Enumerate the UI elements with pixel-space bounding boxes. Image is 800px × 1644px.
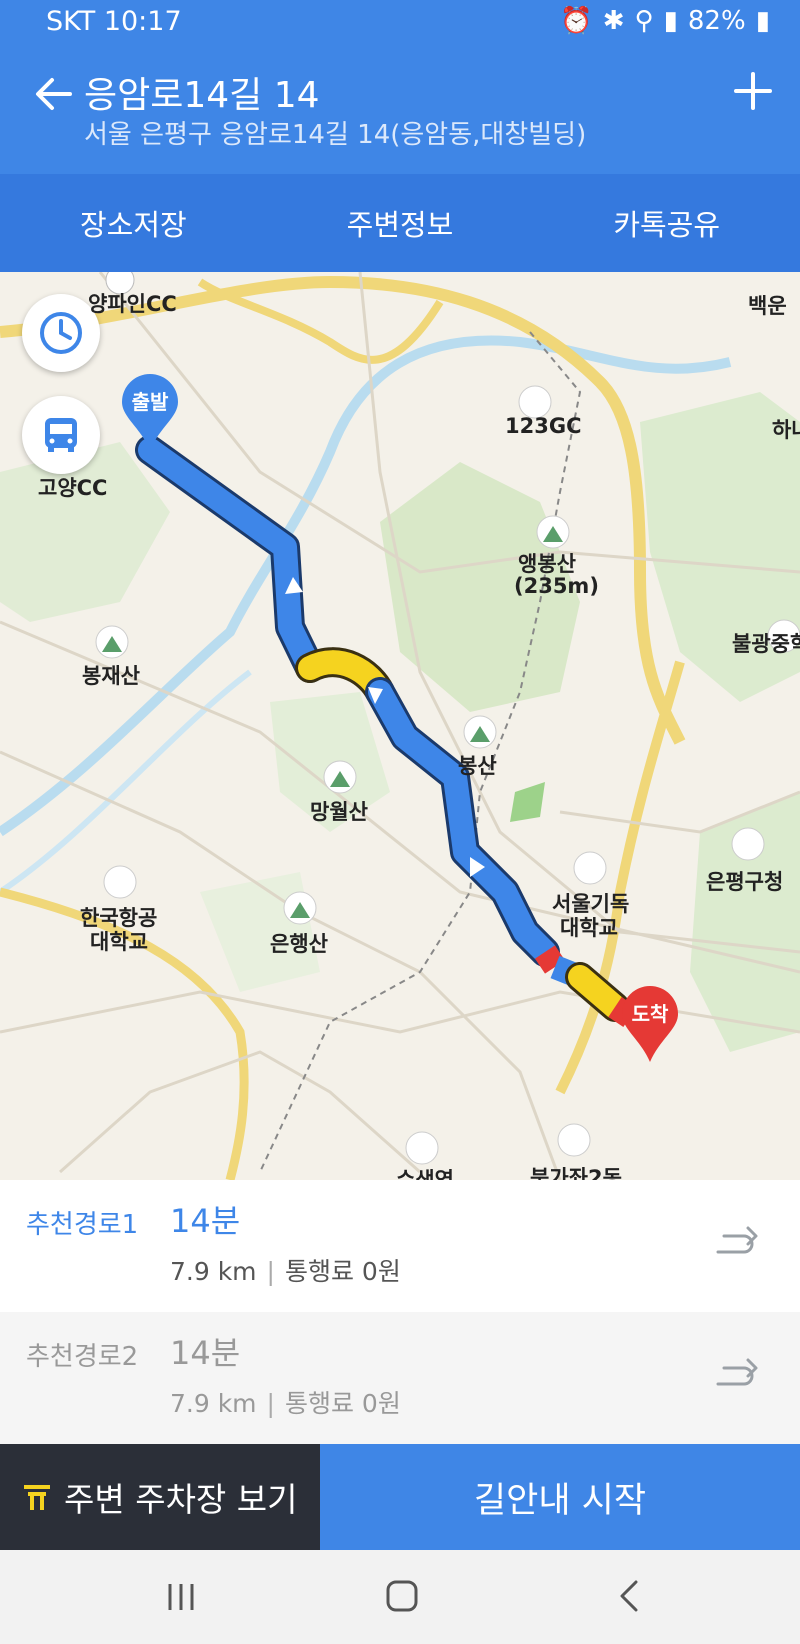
route-name: 추천경로2 bbox=[26, 1342, 139, 1372]
transit-button[interactable] bbox=[22, 396, 100, 474]
map-label-paine: 양파인CC bbox=[88, 292, 177, 316]
status-icons: ⏰ ✱ ⚲ ▮ 82% ▮ bbox=[560, 6, 770, 36]
map-label-susaek: 수색역 bbox=[396, 1168, 454, 1180]
bluetooth-icon: ✱ bbox=[602, 6, 625, 36]
map-label-aero-2: 대학교 bbox=[90, 930, 148, 954]
map-label-hana: 하나 bbox=[772, 418, 800, 442]
end-marker[interactable]: 도착 bbox=[620, 984, 680, 1064]
nearby-info-button[interactable]: 주변정보 bbox=[267, 174, 534, 272]
route-toll: 통행료 0원 bbox=[284, 1389, 401, 1418]
page-title: 응암로14길 14 bbox=[84, 75, 320, 116]
map-label-seoul-christian-2: 대학교 bbox=[560, 916, 618, 940]
route-distance: 7.9 km bbox=[170, 1389, 257, 1418]
map-label-mangwol: 망월산 bbox=[310, 800, 368, 824]
route-time: 14분 bbox=[170, 1202, 241, 1240]
save-place-button[interactable]: 장소저장 bbox=[0, 174, 267, 272]
alarm-icon: ⏰ bbox=[560, 6, 593, 36]
map-label-bukgajwa: 북가좌2동 bbox=[530, 1166, 622, 1180]
map-label-baekun: 백운 bbox=[748, 294, 787, 318]
system-nav-bar bbox=[0, 1550, 800, 1644]
route-meta: 7.9 km | 통행료 0원 bbox=[170, 1257, 401, 1286]
back-arrow-icon[interactable] bbox=[30, 70, 78, 118]
address-subtitle: 서울 은평구 응암로14길 14(응암동,대창빌딩) bbox=[84, 120, 587, 150]
start-navigation-button[interactable]: 길안내 시작 bbox=[320, 1444, 800, 1550]
clock-icon bbox=[40, 312, 82, 354]
map-label-aengbong-height: (235m) bbox=[514, 574, 599, 598]
nearby-parking-label: 주변 주차장 보기 bbox=[64, 1480, 298, 1519]
start-marker[interactable]: 출발 bbox=[120, 372, 180, 452]
status-bar: SKT 10:17 ⏰ ✱ ⚲ ▮ 82% ▮ bbox=[0, 0, 800, 46]
route-option-2[interactable]: 추천경로2 14분 7.9 km | 통행료 0원 bbox=[0, 1312, 800, 1444]
signal-icon: ▮ bbox=[663, 6, 678, 36]
map-label-goyang: 고양CC bbox=[38, 476, 108, 500]
parking-icon bbox=[24, 1485, 50, 1510]
action-tabs: 장소저장 주변정보 카톡공유 bbox=[0, 174, 800, 272]
location-icon: ⚲ bbox=[634, 6, 654, 36]
back-nav-icon[interactable] bbox=[612, 1578, 648, 1614]
route-panel: 추천경로1 14분 7.9 km | 통행료 0원 추천경로2 14분 7.9 km… bbox=[0, 1180, 800, 1444]
carrier-time: SKT 10:17 bbox=[46, 6, 182, 37]
route-name: 추천경로1 bbox=[26, 1210, 139, 1240]
route-option-1[interactable]: 추천경로1 14분 7.9 km | 통행료 0원 bbox=[0, 1180, 800, 1313]
nearby-parking-button[interactable]: 주변 주차장 보기 bbox=[0, 1444, 320, 1550]
header: 응암로14길 14 서울 은평구 응암로14길 14(응암동,대창빌딩) bbox=[0, 46, 800, 174]
battery-text: 82% bbox=[687, 6, 746, 36]
route-distance: 7.9 km bbox=[170, 1257, 257, 1286]
bus-icon bbox=[45, 418, 77, 452]
map-label-bulgwang: 불광중학 bbox=[732, 632, 800, 656]
route-meta: 7.9 km | 통행료 0원 bbox=[170, 1389, 401, 1418]
plus-icon[interactable] bbox=[732, 70, 774, 112]
route-time: 14분 bbox=[170, 1334, 241, 1372]
map-view[interactable]: 출발 도착 양파인CC 고양CC 123GC 백운 하나 앵봉산 (235m) … bbox=[0, 272, 800, 1180]
route-detail-icon[interactable] bbox=[714, 1352, 760, 1398]
start-navigation-label: 길안내 시작 bbox=[473, 1480, 647, 1521]
route-detail-icon[interactable] bbox=[714, 1220, 760, 1266]
map-label-123gc: 123GC bbox=[505, 414, 582, 438]
recent-apps-icon[interactable] bbox=[164, 1580, 198, 1614]
route-toll: 통행료 0원 bbox=[284, 1257, 401, 1286]
map-label-eunhaeng: 은행산 bbox=[270, 932, 328, 956]
kakaotalk-share-button[interactable]: 카톡공유 bbox=[533, 174, 800, 272]
map-label-bongsan: 봉산 bbox=[458, 754, 497, 778]
battery-icon: ▮ bbox=[755, 6, 770, 36]
map-label-bongjae: 봉재산 bbox=[82, 664, 140, 688]
map-label-eunpyeong: 은평구청 bbox=[706, 870, 784, 894]
poi-icons bbox=[95, 272, 800, 1165]
home-icon[interactable] bbox=[384, 1578, 420, 1614]
